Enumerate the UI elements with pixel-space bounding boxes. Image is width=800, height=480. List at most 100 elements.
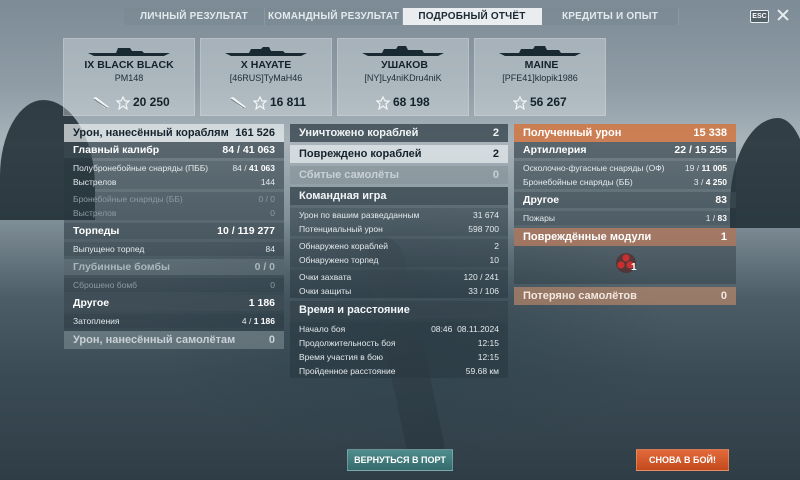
label: Другое [73, 297, 110, 309]
tab-detailed-report[interactable]: ПОДРОБНЫЙ ОТЧЁТ [403, 8, 542, 25]
hits: 22 [674, 144, 687, 156]
value: 33 / 106 [468, 286, 499, 296]
team-play-header: Командная игра [290, 187, 508, 205]
experience-value: 68 198 [393, 95, 430, 109]
value: 10 [489, 255, 499, 265]
hits: 10 [217, 225, 229, 237]
ship-title: HAYATE [250, 59, 292, 71]
player-card[interactable]: MAINE [PFE41]klopik1986 56 267 [474, 38, 606, 116]
damage-to-ships-header: Урон, нанесённый кораблям 161 526 [64, 124, 284, 142]
value: 598 700 [468, 224, 499, 234]
tab-credits-xp[interactable]: КРЕДИТЫ И ОПЫТ [542, 8, 679, 25]
ship-silhouette-icon [225, 47, 307, 56]
label: Обнаружено торпед [299, 255, 379, 265]
value: 0 [270, 208, 275, 218]
label: Очки захвата [299, 272, 352, 282]
label: Полубронебойные снаряды (ПББ) [73, 163, 209, 173]
torpedoes-launched-row: Выпущено торпед 84 [64, 242, 284, 256]
label: Полученный урон [523, 127, 622, 139]
experience-icon [253, 96, 267, 110]
value: 22 / 15 255 [674, 144, 727, 156]
player-name: [46RUS]TyMaH46 [229, 73, 303, 83]
tab-personal-result[interactable]: ЛИЧНЫЙ РЕЗУЛЬТАТ [124, 8, 265, 25]
capture-points-row: Очки захвата 120 / 241 [290, 270, 508, 284]
player-card[interactable]: IX BLACK BLACK PM148 20 250 [63, 38, 195, 116]
value: 4 / 1 186 [241, 316, 275, 326]
value: 0 / 0 [254, 261, 275, 273]
damaged-modules-header: Повреждённые модули 1 [514, 228, 736, 246]
value: 0 [268, 334, 275, 346]
value: 2 [494, 241, 499, 251]
experience-value: 56 267 [530, 95, 567, 109]
damage: 4 250 [705, 177, 727, 187]
label: Артиллерия [523, 144, 587, 156]
ships-spotted-row: Обнаружено кораблей 2 [290, 239, 508, 253]
fires-row: Пожары 1 / 83 [514, 211, 736, 225]
experience-icon [376, 96, 390, 110]
count: 1 [705, 213, 711, 223]
damaged-modules-panel: 1 [514, 246, 736, 284]
depth-charges-row: Глубинные бомбы 0 / 0 [64, 259, 284, 275]
close-icon[interactable] [774, 6, 792, 24]
ship-name: MAINE [475, 59, 605, 71]
damage: 119 277 [237, 225, 275, 237]
main-battery-row: Главный калибр 84 / 41 063 [64, 142, 284, 158]
participation-time-row: Время участия в бою 12:15 [290, 350, 508, 364]
damage: 15 255 [694, 144, 727, 156]
planes-shot-down-row: Сбитые самолёты 0 [290, 166, 508, 184]
value: 2 [492, 148, 499, 160]
player-name: [NY]Ly4niKDru4niK [364, 73, 442, 83]
player-name: [PFE41]klopik1986 [502, 73, 578, 83]
value: 31 674 [473, 210, 499, 220]
label: Урон, нанесённый кораблям [73, 127, 229, 139]
label: Время и расстояние [299, 304, 410, 316]
label: Пройденное расстояние [299, 366, 396, 376]
value: 120 / 241 [463, 272, 499, 282]
player-card[interactable]: X HAYATE [46RUS]TyMaH46 16 811 [200, 38, 332, 116]
tab-team-result[interactable]: КОМАНДНЫЙ РЕЗУЛЬТАТ [265, 8, 403, 25]
torpedoes-spotted-row: Обнаружено торпед 10 [290, 253, 508, 267]
ship-title: MAINE [524, 59, 559, 71]
esc-key-hint[interactable]: ESC [750, 10, 769, 23]
ship-title: BLACK BLACK [97, 59, 174, 71]
damage-received-header: Полученный урон 15 338 [514, 124, 736, 142]
aircraft-damage-header: Урон, нанесённый самолётам 0 [64, 331, 284, 349]
value: 15 338 [693, 127, 727, 139]
value: 3 / 4 250 [693, 177, 727, 187]
ship-title: УШАКОВ [381, 59, 428, 71]
value: 0 / 0 [258, 194, 275, 204]
label: Урон по вашим разведданным [299, 210, 420, 220]
value: 84 / 41 063 [222, 144, 275, 156]
ship-tier: X [240, 59, 248, 71]
count: 4 [241, 316, 247, 326]
value: 0 [720, 290, 727, 302]
ship-silhouette-icon [88, 48, 170, 56]
label: Урон, нанесённый самолётам [73, 334, 236, 346]
experience-value: 20 250 [133, 95, 170, 109]
value: 1 186 [248, 297, 275, 309]
ap-shots-row: Выстрелов 0 [64, 206, 284, 220]
hits: 84 [222, 144, 235, 156]
label: Главный калибр [73, 144, 160, 156]
value: 1 / 83 [705, 213, 727, 223]
battle-duration-row: Продолжительность боя 12:15 [290, 336, 508, 350]
player-card[interactable]: УШАКОВ [NY]Ly4niKDru4niK 68 198 [337, 38, 469, 116]
he-shells-row: Полубронебойные снаряды (ПББ) 84 / 41 06… [64, 161, 284, 175]
background-island-right [730, 118, 800, 228]
label: Осколочно-фугасные снаряды (ОФ) [523, 163, 665, 173]
other-damage-row: Другое 1 186 [64, 295, 284, 311]
player-name: PM148 [114, 73, 144, 83]
ship-silhouette-icon [362, 46, 444, 56]
battle-again-button[interactable]: СНОВА В БОЙ! [636, 449, 729, 471]
defense-points-row: Очки защиты 33 / 106 [290, 284, 508, 298]
return-to-port-button[interactable]: ВЕРНУТЬСЯ В ПОРТ [347, 449, 453, 471]
spotting-damage-row: Урон по вашим разведданным 31 674 [290, 208, 508, 222]
value: 12:15 [477, 338, 499, 348]
start-time: 08:46 [431, 324, 453, 334]
ships-destroyed-row: Уничтожено кораблей 2 [290, 124, 508, 142]
label: Затопления [73, 316, 120, 326]
label: Выпущено торпед [73, 244, 145, 254]
value: 08:46 08.11.2024 [431, 322, 499, 336]
label: Бронебойные снаряды (ББ) [523, 177, 633, 187]
value: 10 / 119 277 [217, 225, 275, 237]
